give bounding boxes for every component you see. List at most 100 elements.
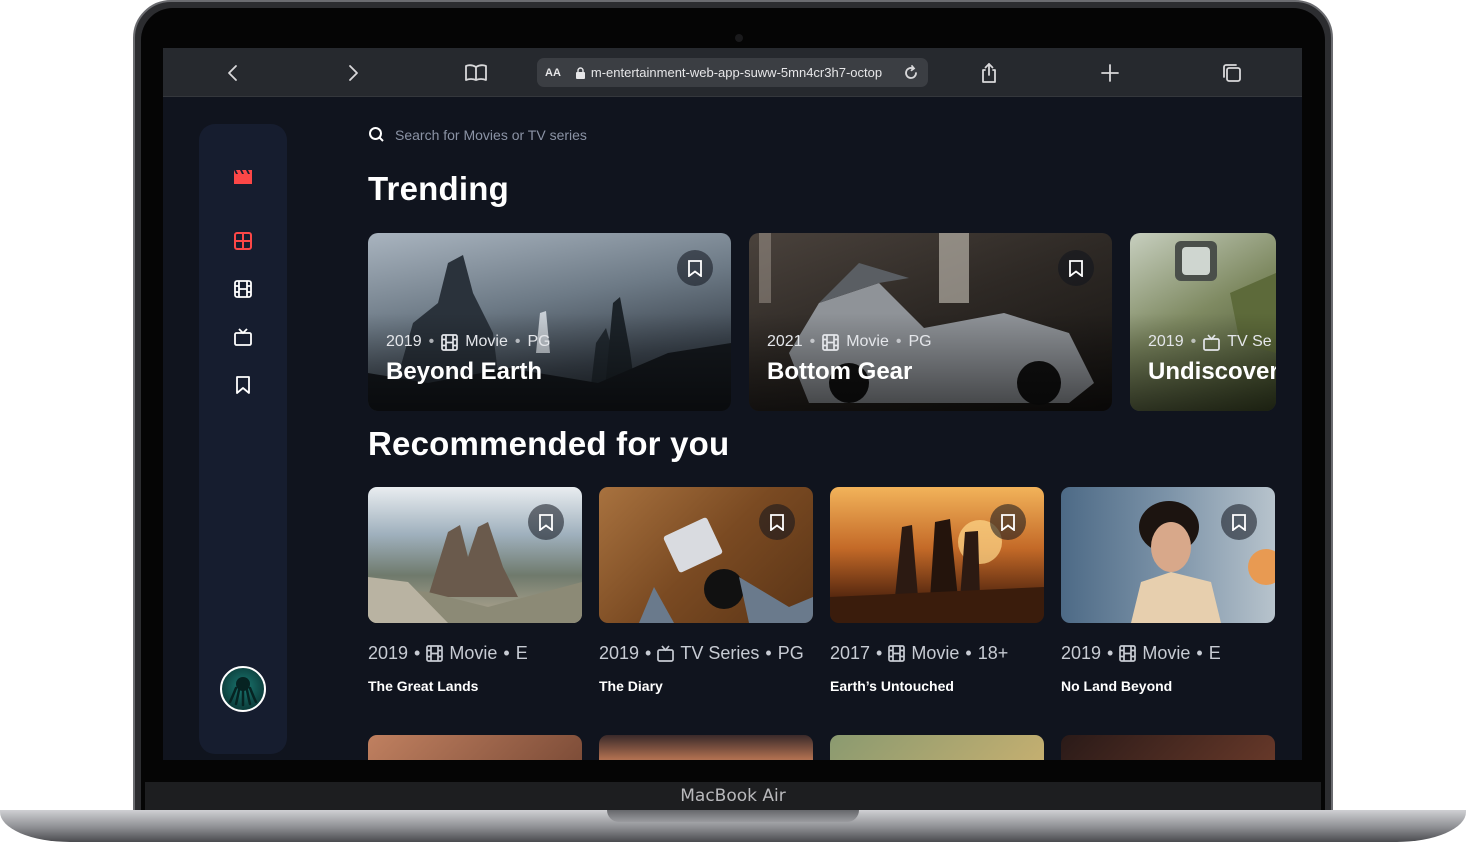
film-icon	[426, 645, 444, 662]
trending-card[interactable]: 2021 • Movie • PG Bottom Gear	[749, 233, 1112, 411]
separator: •	[1107, 643, 1114, 663]
film-icon	[441, 333, 459, 351]
new-tab-icon[interactable]	[1098, 61, 1122, 85]
bookmark-button[interactable]	[759, 504, 795, 540]
separator: •	[428, 333, 435, 350]
card-title: The Great Lands	[368, 678, 479, 694]
bookmark-button[interactable]	[1058, 250, 1094, 286]
bookmark-button[interactable]	[990, 504, 1026, 540]
bookmark-button[interactable]	[528, 504, 564, 540]
card-title: The Diary	[599, 678, 663, 694]
logo-icon[interactable]	[233, 167, 253, 187]
camera	[735, 34, 743, 42]
tv-icon	[657, 645, 675, 662]
card-rating: 18+	[977, 643, 1009, 663]
separator: •	[414, 643, 421, 663]
reader-icon[interactable]	[464, 61, 488, 85]
separator: •	[1196, 643, 1203, 663]
card-year: 2021	[767, 333, 803, 350]
card-rating: E	[515, 643, 528, 663]
screen: AA m-entertainment-web-app-suww-5mn4cr3h…	[163, 48, 1302, 760]
card-year: 2017	[830, 643, 871, 663]
separator: •	[876, 643, 883, 663]
card-year: 2019	[368, 643, 409, 663]
nav-movies-icon[interactable]	[233, 279, 253, 299]
bookmark-button[interactable]	[677, 250, 713, 286]
card-title: No Land Beyond	[1061, 678, 1173, 694]
card-title: Earth’s Untouched	[830, 678, 954, 694]
card-thumbnail	[1061, 487, 1275, 623]
separator: •	[1190, 333, 1197, 350]
card-title: Undiscover	[1148, 358, 1276, 385]
card-rating: PG	[908, 333, 932, 350]
search-bar[interactable]: Search for Movies or TV series	[368, 126, 587, 143]
card-thumbnail	[830, 487, 1044, 623]
browser-toolbar: AA m-entertainment-web-app-suww-5mn4cr3h…	[163, 48, 1302, 97]
separator: •	[965, 643, 972, 663]
film-icon	[1119, 645, 1137, 662]
recommended-card[interactable]: 2017 • Movie • 18+ Earth’s Untouched	[830, 487, 1044, 694]
trending-card[interactable]: 2019 • Movie • PG Beyond Earth	[368, 233, 731, 411]
card-category: TV Se	[1227, 333, 1272, 350]
recommended-card[interactable]: 2019 • Movie • E No Land Beyond	[1061, 487, 1275, 694]
card-meta: 2019 • Movie • PG	[386, 333, 551, 351]
separator: •	[514, 333, 521, 350]
card-category: TV Series	[680, 643, 760, 663]
card-rating: PG	[777, 643, 804, 663]
card-year: 2019	[1061, 643, 1102, 663]
nav-home-icon[interactable]	[233, 231, 253, 251]
card-title: Bottom Gear	[767, 358, 913, 385]
address-bar[interactable]: AA m-entertainment-web-app-suww-5mn4cr3h…	[537, 58, 928, 87]
trending-card[interactable]: 2019 • TV Se Undiscover	[1130, 233, 1276, 411]
laptop-notch	[607, 810, 859, 822]
card-category: Movie	[911, 643, 960, 663]
forward-icon[interactable]	[341, 61, 365, 85]
recommended-card[interactable]: 2019 • Movie • E The Great Lands	[368, 487, 582, 694]
search-icon	[369, 127, 384, 142]
recommended-heading: Recommended for you	[368, 425, 730, 462]
back-icon[interactable]	[221, 61, 245, 85]
recommended-card-partial[interactable]	[599, 735, 813, 760]
recommended-card-partial[interactable]	[1061, 735, 1275, 760]
card-thumbnail	[599, 487, 813, 623]
url-text: m-entertainment-web-app-suww-5mn4cr3h7-o…	[590, 65, 883, 80]
bookmark-icon	[539, 513, 553, 531]
search-input[interactable]: Search for Movies or TV series	[395, 127, 587, 143]
bookmark-icon	[1069, 259, 1083, 277]
bookmark-icon	[688, 259, 702, 277]
card-meta: 2019 • TV Series • PG	[599, 643, 813, 664]
sidebar	[199, 124, 287, 754]
card-meta: 2021 • Movie • PG	[767, 333, 932, 351]
trending-heading: Trending	[368, 170, 509, 207]
lock-icon	[575, 66, 585, 79]
card-year: 2019	[386, 333, 422, 350]
card-rating: E	[1208, 643, 1221, 663]
nav-tv-icon[interactable]	[233, 327, 253, 347]
card-category: Movie	[846, 333, 889, 350]
card-title: Beyond Earth	[386, 358, 543, 385]
card-year: 2019	[1148, 333, 1184, 350]
card-category: Movie	[449, 643, 498, 663]
recommended-card-partial[interactable]	[368, 735, 582, 760]
card-year: 2019	[599, 643, 640, 663]
avatar[interactable]	[220, 666, 266, 712]
film-icon	[888, 645, 906, 662]
bookmark-icon	[770, 513, 784, 531]
bookmark-icon	[1001, 513, 1015, 531]
card-rating: PG	[527, 333, 551, 350]
bookmark-button[interactable]	[1221, 504, 1257, 540]
reader-aa-button[interactable]: AA	[545, 67, 561, 79]
recommended-card-partial[interactable]	[830, 735, 1044, 760]
card-meta: 2019 • Movie • E	[1061, 643, 1275, 664]
tabs-icon[interactable]	[1220, 61, 1244, 85]
card-thumbnail	[368, 487, 582, 623]
nav-bookmark-icon[interactable]	[233, 375, 253, 395]
film-icon	[822, 333, 840, 351]
reload-icon[interactable]	[902, 64, 920, 82]
separator: •	[809, 333, 816, 350]
separator: •	[503, 643, 510, 663]
device-label: MacBook Air	[145, 782, 1321, 810]
card-meta: 2019 • Movie • E	[368, 643, 582, 664]
share-icon[interactable]	[977, 61, 1001, 85]
recommended-card[interactable]: 2019 • TV Series • PG The Diary	[599, 487, 813, 694]
